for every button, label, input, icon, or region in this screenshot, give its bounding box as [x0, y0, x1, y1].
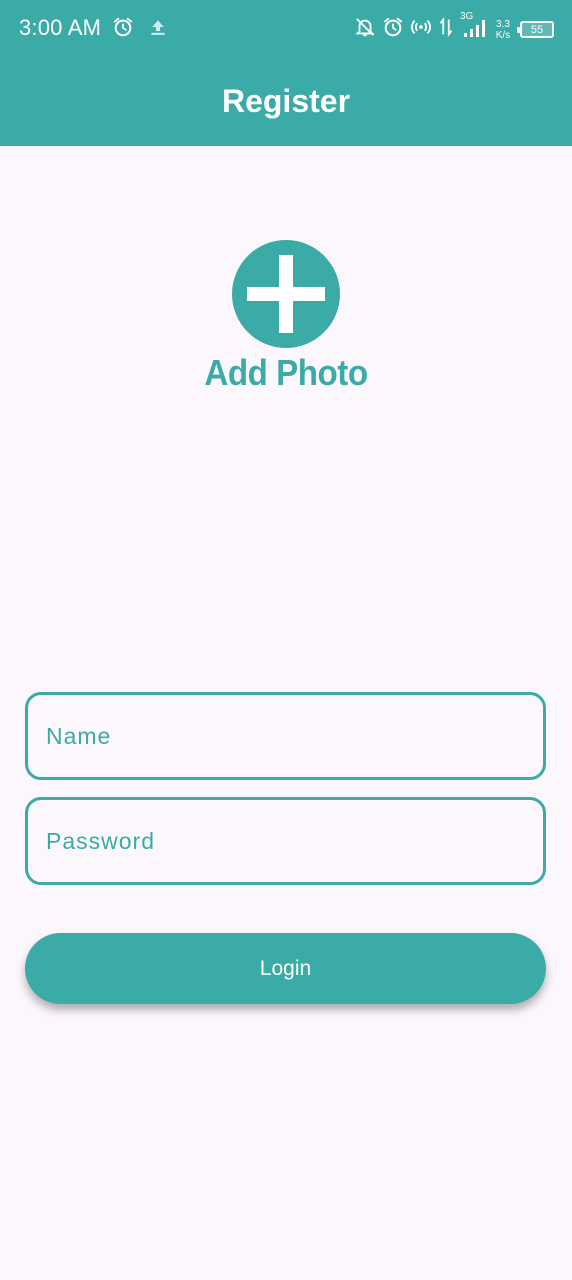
status-time: 3:00 AM: [19, 15, 102, 40]
app-bar: Register: [0, 58, 572, 146]
password-input[interactable]: [25, 797, 546, 885]
status-left-icons: [112, 16, 168, 43]
net-speed-value: 3.3: [496, 18, 510, 30]
login-button[interactable]: Login: [25, 933, 546, 1004]
status-bar: 3:00 AM 3G 3.3 K/s 55: [0, 0, 572, 58]
battery-level: 55: [530, 23, 544, 36]
add-photo-label: Add Photo: [204, 352, 368, 393]
battery-icon: 55: [517, 21, 554, 38]
upload-icon: [148, 17, 168, 42]
data-transfer-icon: [438, 16, 454, 43]
net-speed: 3.3 K/s: [492, 19, 514, 41]
net-speed-unit: K/s: [495, 29, 511, 41]
status-right-icons: 3G 3.3 K/s 55: [354, 11, 554, 44]
alarm-icon: [382, 16, 404, 43]
notifications-off-icon: [354, 16, 376, 43]
signal-3g-icon: 3G: [460, 11, 486, 44]
alarm-icon: [112, 16, 134, 43]
add-photo-button[interactable]: Add Photo: [196, 238, 376, 398]
page-title: Register: [221, 82, 351, 119]
name-input[interactable]: [25, 692, 546, 780]
hotspot-icon: [410, 16, 432, 43]
network-type-label: 3G: [460, 11, 474, 22]
plus-icon[interactable]: [232, 240, 340, 348]
